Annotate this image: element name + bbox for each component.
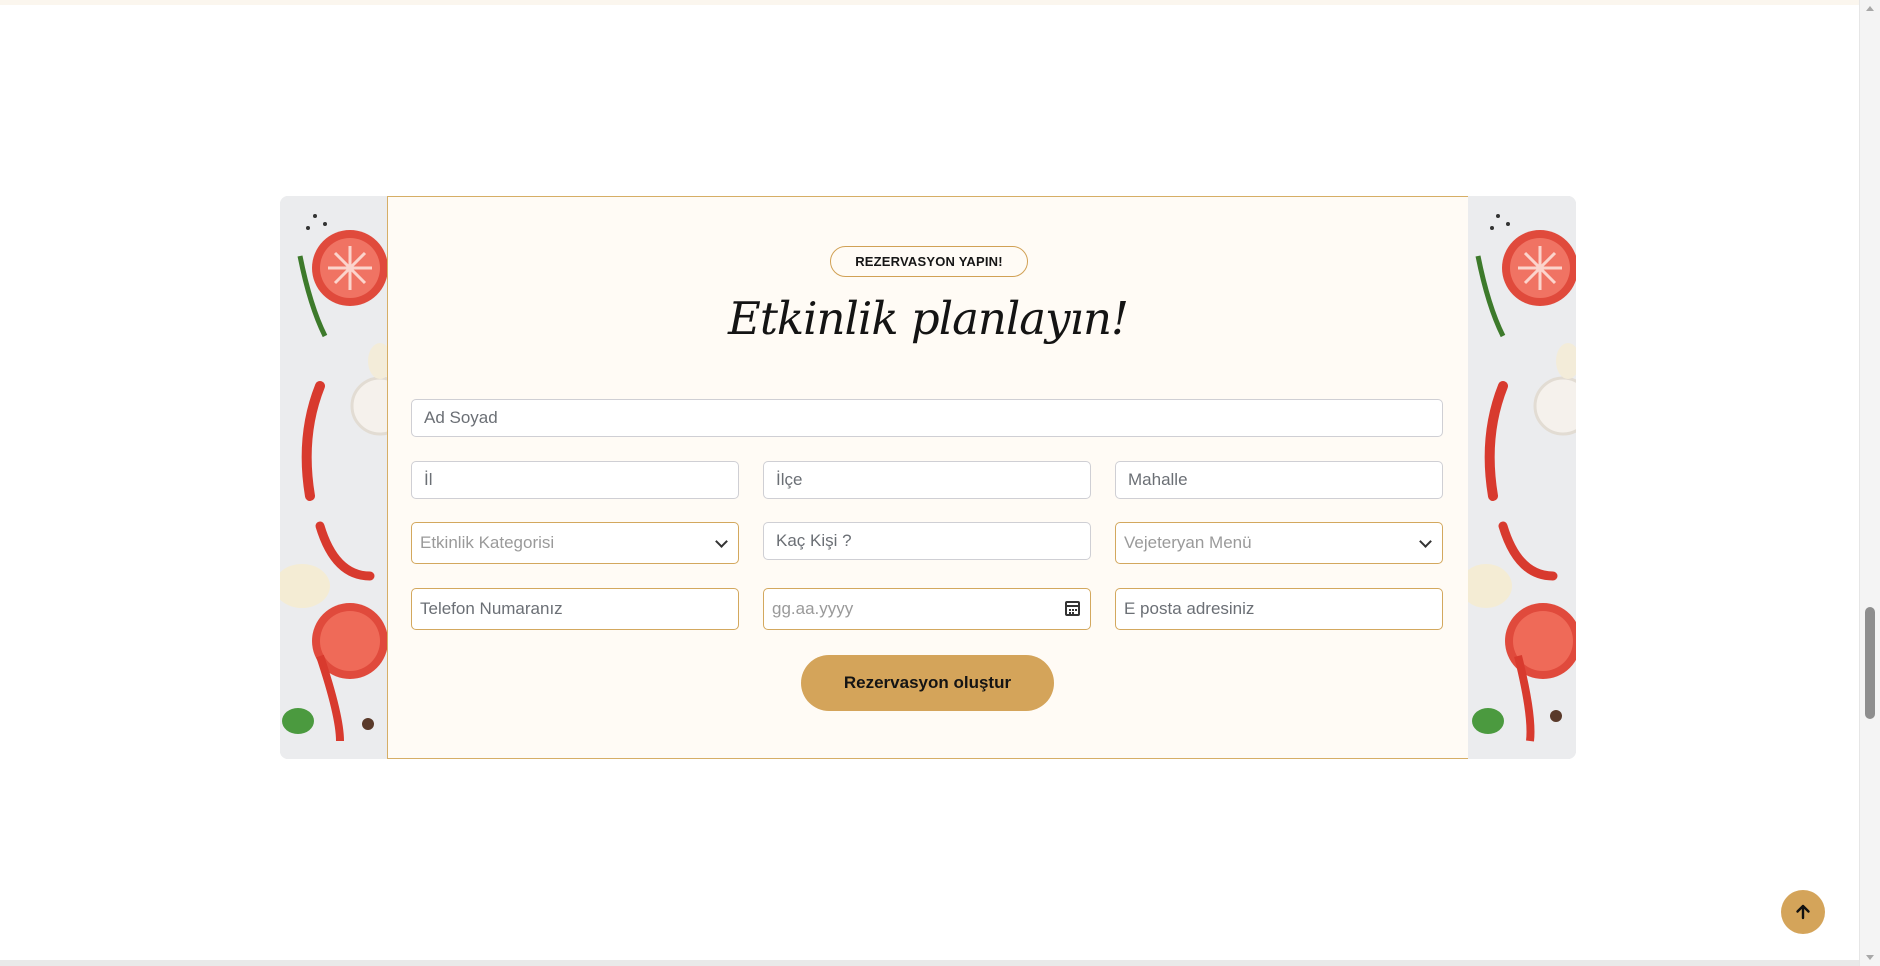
city-input[interactable]: İl — [411, 461, 739, 499]
arrow-up-icon — [1796, 904, 1810, 920]
page-top-edge — [0, 0, 1859, 5]
phone-placeholder: Telefon Numaranız — [420, 599, 563, 618]
scroll-up-arrow-icon[interactable] — [1866, 6, 1874, 11]
create-reservation-button[interactable]: Rezervasyon oluştur — [801, 655, 1054, 711]
event-category-value: Etkinlik Kategorisi — [420, 533, 555, 552]
neighborhood-placeholder: Mahalle — [1128, 470, 1188, 489]
section-title: Etkinlik planlayın! — [727, 292, 1129, 345]
reservation-form-panel: REZERVASYON YAPIN! Etkinlik planlayın! A… — [387, 196, 1469, 759]
chevron-down-icon — [1419, 535, 1432, 548]
city-placeholder: İl — [424, 470, 433, 489]
district-placeholder: İlçe — [776, 470, 803, 489]
vegetarian-menu-select[interactable]: Vejeteryan Menü — [1115, 522, 1443, 564]
date-input[interactable]: gg.aa.yyyy — [763, 588, 1091, 630]
event-category-select[interactable]: Etkinlik Kategorisi — [411, 522, 739, 564]
email-placeholder: E posta adresiniz — [1124, 599, 1255, 618]
email-input[interactable]: E posta adresiniz — [1115, 588, 1443, 630]
neighborhood-input[interactable]: Mahalle — [1115, 461, 1443, 499]
decorative-vegetables-right — [1468, 196, 1576, 759]
vertical-scrollbar[interactable] — [1859, 0, 1880, 966]
calendar-icon[interactable] — [1065, 601, 1080, 616]
district-input[interactable]: İlçe — [763, 461, 1091, 499]
scroll-down-arrow-icon[interactable] — [1866, 955, 1874, 960]
guest-count-input[interactable]: Kaç Kişi ? — [763, 522, 1091, 560]
chevron-down-icon — [715, 535, 728, 548]
decorative-vegetables-left — [280, 196, 388, 759]
back-to-top-button[interactable] — [1781, 890, 1825, 934]
full-name-placeholder: Ad Soyad — [424, 408, 498, 427]
scrollbar-thumb[interactable] — [1865, 607, 1875, 719]
reservation-card: REZERVASYON YAPIN! Etkinlik planlayın! A… — [280, 196, 1576, 759]
date-placeholder: gg.aa.yyyy — [772, 599, 854, 618]
page-bottom-edge — [0, 960, 1859, 966]
vegetarian-menu-value: Vejeteryan Menü — [1124, 533, 1252, 552]
full-name-input[interactable]: Ad Soyad — [411, 399, 1443, 437]
phone-input[interactable]: Telefon Numaranız — [411, 588, 739, 630]
guest-count-placeholder: Kaç Kişi ? — [776, 531, 852, 550]
section-badge: REZERVASYON YAPIN! — [830, 246, 1028, 277]
